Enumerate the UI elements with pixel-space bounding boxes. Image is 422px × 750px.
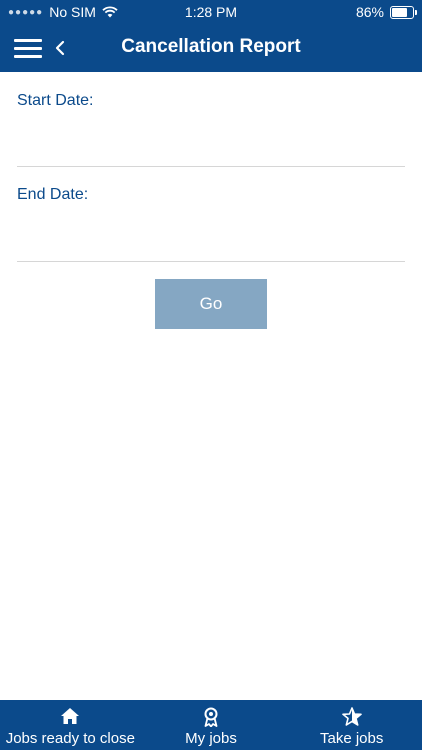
status-bar: ●●●●● No SIM 1:28 PM 86% <box>0 0 422 24</box>
go-button[interactable]: Go <box>155 279 267 329</box>
end-date-field[interactable] <box>17 221 405 262</box>
status-right: 86% <box>355 4 417 20</box>
navigation-bar: Cancellation Report <box>0 24 422 72</box>
tab-label: Take jobs <box>319 730 384 747</box>
award-ribbon-icon <box>204 707 218 727</box>
tab-jobs-ready-to-close[interactable]: Jobs ready to close <box>0 700 141 750</box>
battery-tip <box>415 9 417 15</box>
page-title: Cancellation Report <box>121 36 301 57</box>
tab-label: Jobs ready to close <box>5 730 135 747</box>
star-icon <box>341 707 362 726</box>
battery-percent: 86% <box>355 4 384 20</box>
tab-label: My jobs <box>185 730 237 747</box>
bottom-tab-bar: Jobs ready to close My jobs Take jobs <box>0 700 422 750</box>
battery-icon <box>390 5 417 19</box>
end-date-label: End Date: <box>17 186 89 203</box>
start-date-label: Start Date: <box>17 92 94 109</box>
start-date-field[interactable] <box>17 126 405 167</box>
tab-take-jobs[interactable]: Take jobs <box>281 700 422 750</box>
home-icon <box>61 708 80 724</box>
battery-level-fill <box>392 7 408 17</box>
tab-my-jobs[interactable]: My jobs <box>141 700 282 750</box>
